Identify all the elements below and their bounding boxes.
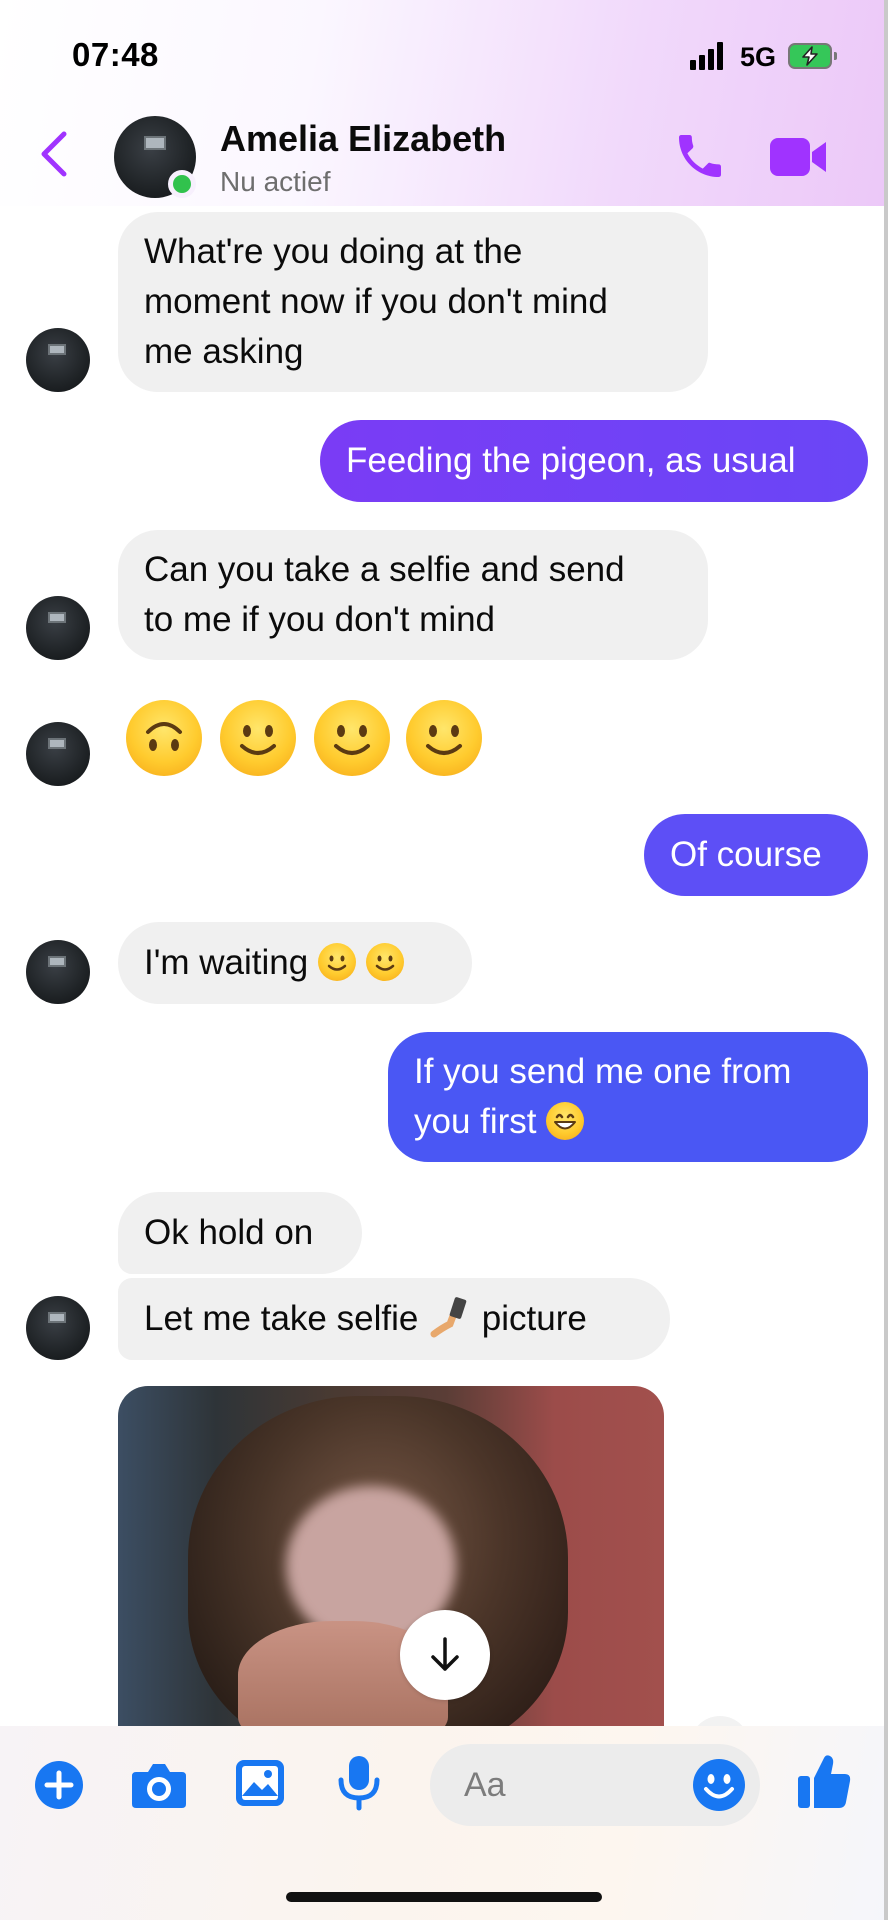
contact-avatar[interactable] [26, 940, 90, 1004]
video-call-icon[interactable] [766, 132, 830, 182]
slightly-smiling-face-emoji[interactable] [220, 700, 296, 776]
download-arrow-icon [431, 1637, 459, 1671]
plus-icon[interactable] [34, 1760, 84, 1815]
network-type: 5G [740, 42, 777, 72]
incoming-message-bubble[interactable]: Let me take selfie picture [118, 1278, 670, 1360]
selfie-emoji [428, 1286, 472, 1338]
outgoing-message-bubble[interactable]: Feeding the pigeon, as usual [320, 420, 868, 502]
slightly-smiling-face-emoji[interactable] [314, 700, 390, 776]
outgoing-message-bubble[interactable]: Of course [644, 814, 868, 896]
message-text: Feeding the pigeon, as usual [346, 441, 796, 480]
contact-avatar[interactable] [26, 722, 90, 786]
home-indicator [286, 1892, 602, 1902]
download-button[interactable] [400, 1610, 490, 1700]
back-chevron-icon[interactable] [34, 126, 74, 182]
screen-edge [884, 0, 888, 1920]
online-status-dot [168, 170, 196, 198]
message-text-line: Can you take a selfie and send [144, 550, 625, 589]
camera-icon[interactable] [130, 1758, 188, 1815]
message-text: I'm waiting [144, 943, 309, 982]
contact-avatar[interactable] [26, 596, 90, 660]
message-text-line: me asking [144, 332, 304, 371]
contact-avatar[interactable] [26, 328, 90, 392]
message-text: picture [481, 1299, 587, 1338]
slightly-smiling-face-emoji[interactable] [406, 700, 482, 776]
contact-name[interactable]: Amelia Elizabeth [220, 118, 506, 160]
incoming-message-bubble[interactable]: I'm waiting [118, 922, 472, 1004]
grinning-face-emoji [546, 1102, 585, 1140]
status-time: 07:48 [72, 36, 159, 73]
microphone-icon[interactable] [336, 1754, 382, 1817]
message-text-line: If you send me one from [414, 1052, 792, 1091]
incoming-message-bubble[interactable]: Can you take a selfie and send to me if … [118, 530, 708, 660]
message-text: Let me take selfie [144, 1299, 419, 1338]
upside-down-face-emoji[interactable] [126, 700, 202, 776]
outgoing-message-bubble[interactable]: If you send me one from you first [388, 1032, 868, 1162]
message-text-line: to me if you don't mind [144, 600, 496, 639]
message-text: you first [414, 1102, 537, 1141]
contact-avatar[interactable] [26, 1296, 90, 1360]
slightly-smiling-face-emoji [365, 943, 404, 981]
photo-attachment[interactable] [118, 1386, 664, 1726]
incoming-message-bubble[interactable]: What're you doing at the moment now if y… [118, 212, 708, 392]
signal-bars-icon [690, 42, 726, 70]
battery-charging-icon [788, 43, 837, 69]
phone-call-icon[interactable] [672, 128, 728, 184]
thumbs-up-icon[interactable] [796, 1752, 852, 1815]
contact-status: Nu actief [220, 166, 331, 197]
message-text-line: moment now if you don't mind [144, 282, 608, 321]
gallery-icon[interactable] [234, 1758, 286, 1813]
incoming-message-bubble[interactable]: Ok hold on [118, 1192, 362, 1274]
message-text: Of course [670, 835, 822, 874]
slightly-smiling-face-emoji [317, 943, 356, 981]
message-text-line: you first [414, 1097, 842, 1147]
message-text: Ok hold on [144, 1213, 314, 1252]
message-text-line: What're you doing at the [144, 232, 523, 271]
emoji-icon[interactable] [692, 1758, 746, 1817]
